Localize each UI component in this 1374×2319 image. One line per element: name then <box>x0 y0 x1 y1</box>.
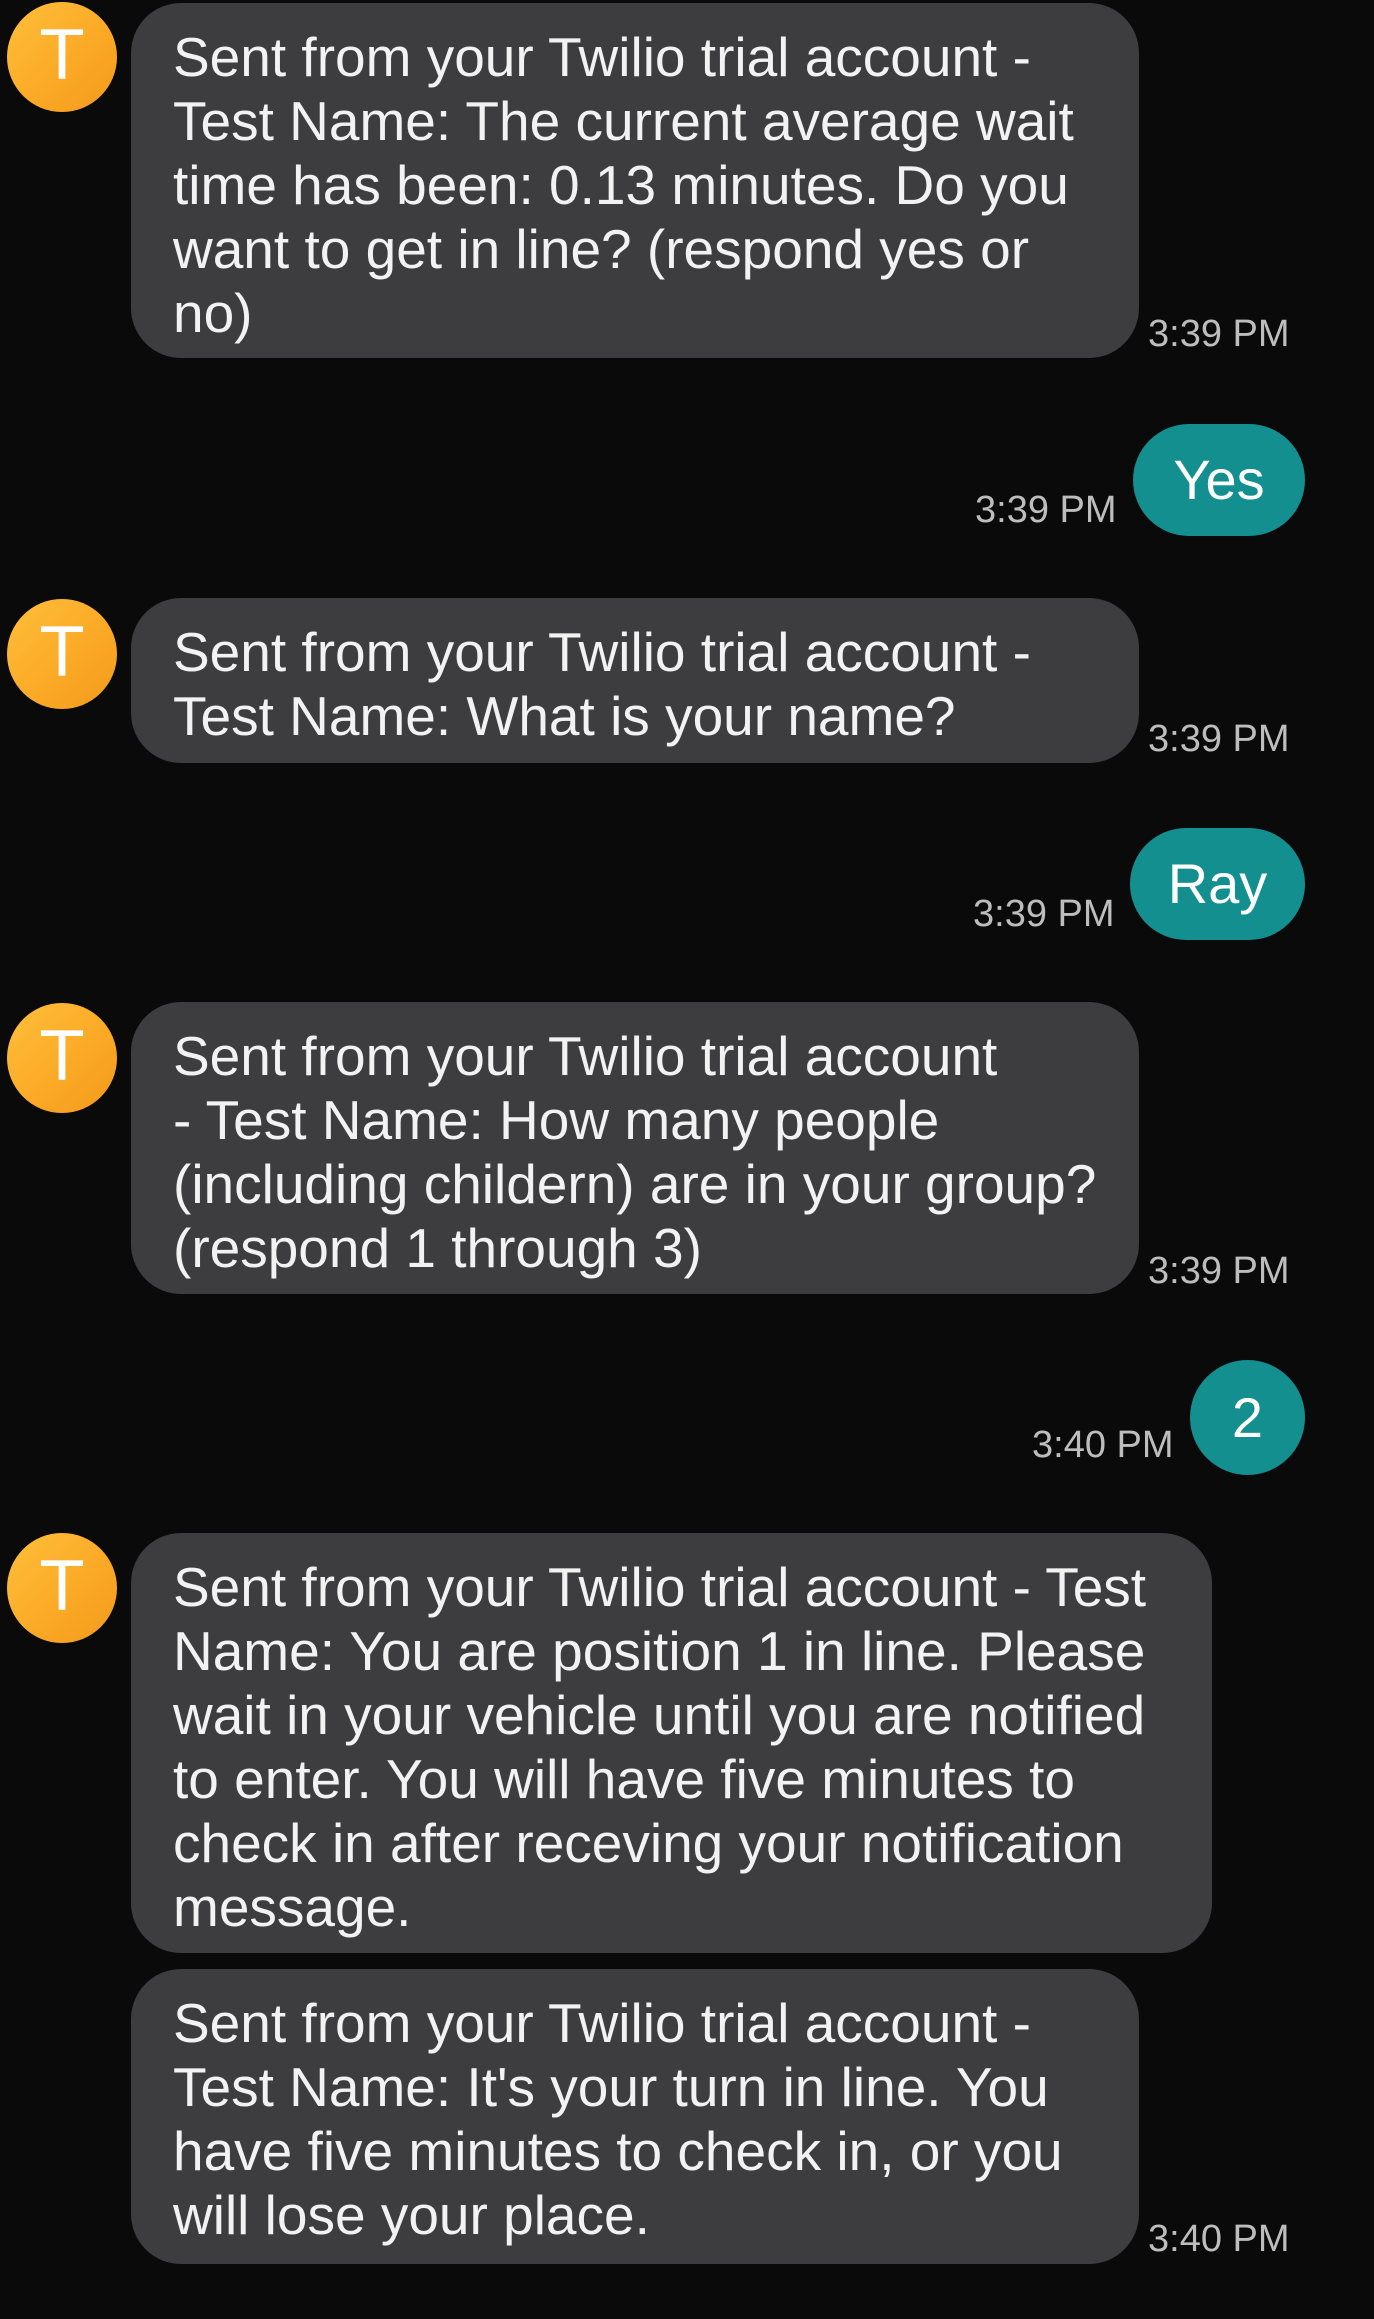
incoming-message-bubble[interactable]: Sent from your Twilio trial account - Te… <box>131 3 1139 358</box>
message-timestamp: 3:39 PM <box>1148 313 1290 355</box>
conversation-screen: T Sent from your Twilio trial account - … <box>0 0 1374 2319</box>
message-timestamp: 3:39 PM <box>973 893 1115 935</box>
contact-avatar[interactable]: T <box>7 1533 117 1643</box>
contact-avatar[interactable]: T <box>7 1003 117 1113</box>
outgoing-message-bubble[interactable]: Yes <box>1133 424 1305 536</box>
contact-avatar[interactable]: T <box>7 599 117 709</box>
outgoing-message-bubble[interactable]: 2 <box>1190 1360 1305 1475</box>
contact-avatar[interactable]: T <box>7 2 117 112</box>
incoming-message-bubble[interactable]: Sent from your Twilio trial account - Te… <box>131 1969 1139 2264</box>
message-timestamp: 3:39 PM <box>975 489 1117 531</box>
message-timestamp: 3:40 PM <box>1148 2218 1290 2260</box>
message-timestamp: 3:39 PM <box>1148 718 1290 760</box>
outgoing-message-bubble[interactable]: Ray <box>1130 828 1305 940</box>
message-timestamp: 3:40 PM <box>1032 1424 1174 1466</box>
incoming-message-bubble[interactable]: Sent from your Twilio trial account - Te… <box>131 1002 1139 1294</box>
incoming-message-bubble[interactable]: Sent from your Twilio trial account - Te… <box>131 1533 1212 1953</box>
message-timestamp: 3:39 PM <box>1148 1250 1290 1292</box>
incoming-message-bubble[interactable]: Sent from your Twilio trial account - Te… <box>131 598 1139 763</box>
